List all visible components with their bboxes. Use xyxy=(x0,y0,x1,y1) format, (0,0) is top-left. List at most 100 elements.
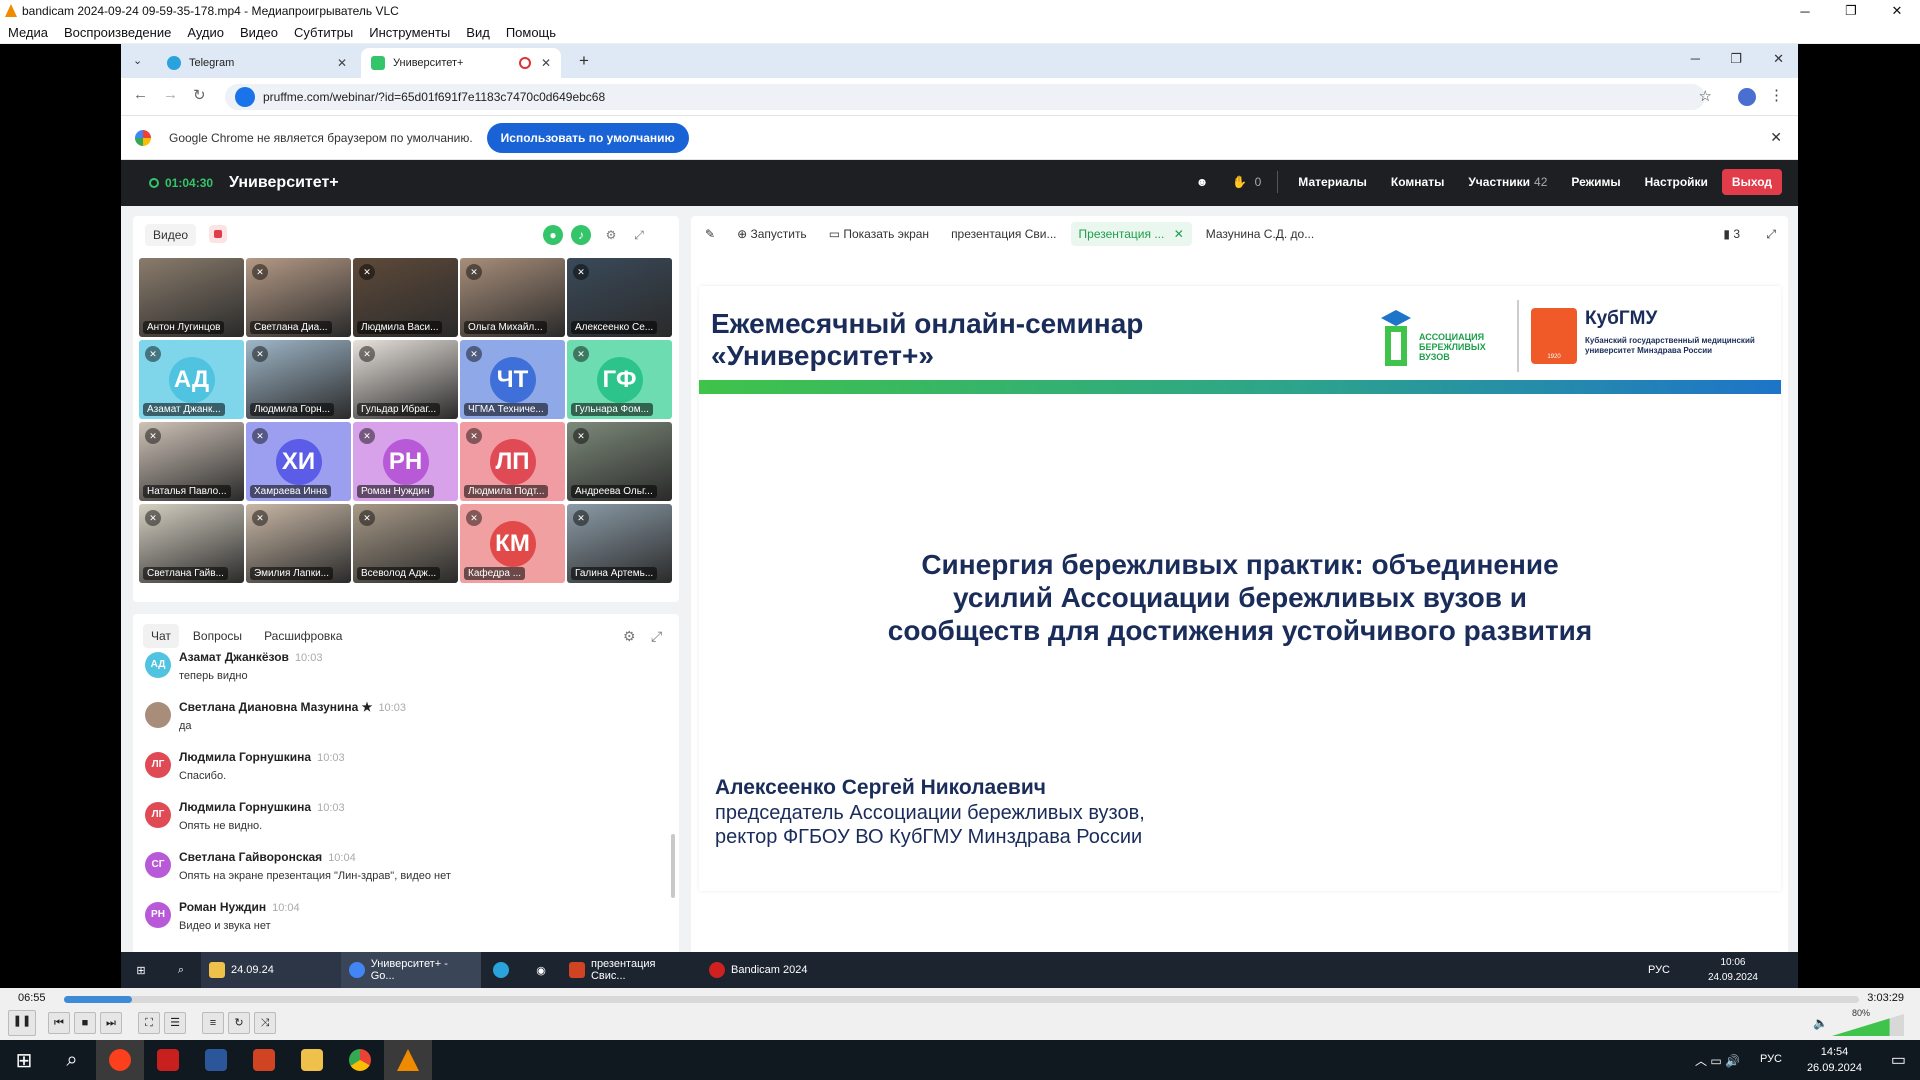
launch-button[interactable]: ⊕ Запустить xyxy=(729,222,815,246)
seek-bar[interactable] xyxy=(64,996,1859,1003)
chrome-icon[interactable] xyxy=(336,1040,384,1080)
participant-tile[interactable]: ✕ Всеволод Адж... xyxy=(353,504,458,583)
word-icon[interactable] xyxy=(192,1040,240,1080)
acrobat-icon[interactable] xyxy=(144,1040,192,1080)
chat-settings-icon[interactable]: ⚙ xyxy=(623,628,636,645)
participant-tile[interactable]: Антон Лугинцов xyxy=(139,258,244,337)
gear-icon[interactable]: ⚙ xyxy=(601,225,621,245)
chat-scrollbar[interactable] xyxy=(671,834,675,898)
forward-icon[interactable]: → xyxy=(163,86,178,103)
pen-icon[interactable]: ✎ xyxy=(697,222,723,246)
participant-tile[interactable]: ✕ Светлана Диа... xyxy=(246,258,351,337)
participant-tile[interactable]: ✕ Светлана Гайв... xyxy=(139,504,244,583)
close-infobar-icon[interactable]: ✕ xyxy=(1770,129,1782,146)
rooms-button[interactable]: Комнаты xyxy=(1381,169,1454,195)
participant-tile[interactable]: ✕ Андреева Ольг... xyxy=(567,422,672,501)
participant-tile[interactable]: ✕ Галина Артемь... xyxy=(567,504,672,583)
close-tab-icon[interactable]: ✕ xyxy=(337,56,347,70)
close-doc-icon[interactable]: ✕ xyxy=(1174,227,1184,241)
stop-icon[interactable]: ■ xyxy=(74,1012,96,1034)
video-tab[interactable]: Видео xyxy=(145,224,197,246)
menu-help[interactable]: Помощь xyxy=(506,25,556,40)
bookmark-star-icon[interactable]: ☆ xyxy=(1699,87,1712,105)
menu-dots-icon[interactable]: ⋮ xyxy=(1769,86,1784,104)
search-icon[interactable]: ⌕ xyxy=(48,1040,96,1080)
set-default-button[interactable]: Использовать по умолчанию xyxy=(486,122,689,153)
speaker-icon[interactable]: 🔈 xyxy=(1813,1016,1828,1030)
menu-playback[interactable]: Воспроизведение xyxy=(64,25,171,40)
tab-telegram[interactable]: Telegram ✕ xyxy=(157,48,357,78)
close-button[interactable]: ✕ xyxy=(1874,0,1920,22)
participant-tile[interactable]: ✕ Ольга Михайл... xyxy=(460,258,565,337)
participant-tile[interactable]: ГФ ✕ Гульнара Фом... xyxy=(567,340,672,419)
participant-tile[interactable]: АД ✕ Азамат Джанк... xyxy=(139,340,244,419)
fullscreen-icon[interactable]: ⛶ xyxy=(138,1012,160,1034)
tab-search-icon[interactable]: ⌄ xyxy=(133,54,142,67)
participant-tile[interactable]: ЧТ ✕ ЧГМА Техниче... xyxy=(460,340,565,419)
participants-button[interactable]: Участники 42 xyxy=(1458,169,1557,195)
bookmarks-button[interactable]: ▮ 3 xyxy=(1715,222,1748,246)
participant-tile[interactable]: РН ✕ Роман Нуждин xyxy=(353,422,458,501)
next-icon[interactable]: ⏭ xyxy=(100,1012,122,1034)
file-explorer-icon[interactable] xyxy=(288,1040,336,1080)
menu-audio[interactable]: Аудио xyxy=(187,25,224,40)
new-tab-button[interactable]: + xyxy=(579,51,589,71)
expand-icon[interactable]: ⤢ xyxy=(629,225,649,245)
share-screen-button[interactable]: ▭ Показать экран xyxy=(821,222,937,246)
playlist-icon[interactable]: ≡ xyxy=(202,1012,224,1034)
clock[interactable]: 14:54 26.09.2024 xyxy=(1807,1044,1862,1076)
tray-icons[interactable]: ︿ ▭ 🔊 xyxy=(1695,1052,1740,1069)
camera-icon[interactable]: ● xyxy=(543,225,563,245)
menu-tools[interactable]: Инструменты xyxy=(369,25,450,40)
record-stop-icon[interactable] xyxy=(209,225,227,243)
emoji-icon[interactable]: ☻ xyxy=(1186,169,1219,195)
profile-icon[interactable] xyxy=(1738,88,1756,106)
exit-button[interactable]: Выход xyxy=(1721,169,1782,195)
loop-icon[interactable]: ↻ xyxy=(228,1012,250,1034)
participant-tile[interactable]: ЛП ✕ Людмила Подт... xyxy=(460,422,565,501)
participant-tile[interactable]: ✕ Алексеенко Се... xyxy=(567,258,672,337)
shuffle-icon[interactable]: ⤨ xyxy=(254,1012,276,1034)
maximize-button[interactable]: ❐ xyxy=(1828,0,1874,22)
participant-tile[interactable]: ✕ Людмила Горн... xyxy=(246,340,351,419)
settings-button[interactable]: Настройки xyxy=(1635,169,1718,195)
tab-university[interactable]: Университет+ ✕ xyxy=(361,48,561,78)
tab-chat[interactable]: Чат xyxy=(143,624,179,648)
restore-icon[interactable]: ❐ xyxy=(1730,51,1742,67)
participant-tile[interactable]: ✕ Наталья Павло... xyxy=(139,422,244,501)
modes-button[interactable]: Режимы xyxy=(1561,169,1630,195)
minimize-icon[interactable]: ─ xyxy=(1691,51,1700,66)
yandex-browser-icon[interactable] xyxy=(96,1040,144,1080)
menu-video[interactable]: Видео xyxy=(240,25,278,40)
doc-tab-1[interactable]: презентация Сви... xyxy=(943,222,1064,246)
doc-tab-3[interactable]: Мазунина С.Д. до... xyxy=(1198,222,1322,246)
raise-hand-button[interactable]: ✋ 0 xyxy=(1222,169,1271,195)
chat-expand-icon[interactable]: ⤢ xyxy=(651,628,662,645)
fullscreen-icon[interactable]: ⤢ xyxy=(1758,222,1784,247)
menu-subtitles[interactable]: Субтитры xyxy=(294,25,353,40)
minimize-button[interactable]: ─ xyxy=(1782,0,1828,22)
pause-icon[interactable]: ❚❚ xyxy=(8,1010,36,1036)
language-indicator[interactable]: РУС xyxy=(1760,1053,1782,1065)
participant-tile[interactable]: КМ ✕ Кафедра ... xyxy=(460,504,565,583)
windows-start-icon[interactable]: ⊞ xyxy=(0,1040,48,1080)
participant-tile[interactable]: ✕ Людмила Васи... xyxy=(353,258,458,337)
reload-icon[interactable]: ↻ xyxy=(193,86,206,104)
participant-tile[interactable]: ХИ ✕ Хамраева Инна xyxy=(246,422,351,501)
volume-slider[interactable] xyxy=(1832,1014,1904,1036)
microphone-icon[interactable]: ♪ xyxy=(571,225,591,245)
menu-view[interactable]: Вид xyxy=(466,25,490,40)
vlc-icon[interactable] xyxy=(384,1040,432,1080)
site-info-icon[interactable] xyxy=(235,87,255,107)
notifications-icon[interactable]: ▭ xyxy=(1891,1050,1906,1070)
participant-tile[interactable]: ✕ Эмилия Лапки... xyxy=(246,504,351,583)
close-tab-icon[interactable]: ✕ xyxy=(541,56,551,70)
url-field[interactable]: pruffme.com/webinar/?id=65d01f691f7e1183… xyxy=(225,84,1705,110)
doc-tab-2[interactable]: Презентация ... ✕ xyxy=(1070,222,1192,246)
participant-tile[interactable]: ✕ Гульдар Ибраг... xyxy=(353,340,458,419)
extended-settings-icon[interactable]: ☰ xyxy=(164,1012,186,1034)
tab-transcript[interactable]: Расшифровка xyxy=(256,624,350,648)
materials-button[interactable]: Материалы xyxy=(1288,169,1377,195)
tab-questions[interactable]: Вопросы xyxy=(185,624,250,648)
powerpoint-icon[interactable] xyxy=(240,1040,288,1080)
